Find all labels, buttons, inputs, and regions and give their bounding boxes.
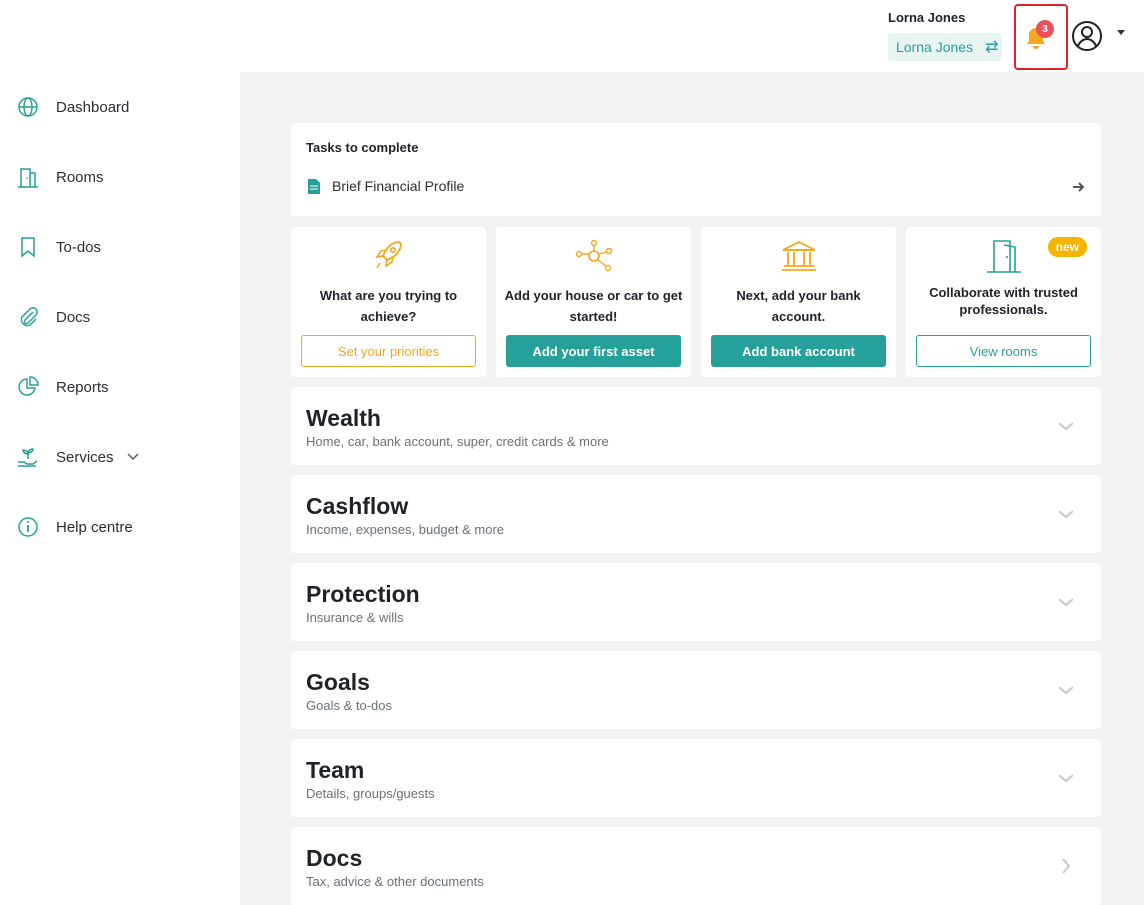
- section-subtitle: Income, expenses, budget & more: [306, 522, 505, 537]
- view-rooms-button[interactable]: View rooms: [916, 335, 1091, 367]
- sidebar: Dashboard Rooms To-dos Docs Reports Serv…: [0, 72, 240, 905]
- chevron-down-icon: [1058, 510, 1074, 519]
- new-badge: new: [1047, 237, 1087, 257]
- sidebar-item-reports[interactable]: Reports: [16, 372, 109, 402]
- onboarding-text: Add your house or car to get started!: [504, 288, 683, 324]
- chevron-down-icon: [1058, 422, 1074, 431]
- chevron-down-icon: [1058, 774, 1074, 783]
- sidebar-item-label: Docs: [56, 308, 91, 326]
- section-subtitle: Tax, advice & other documents: [306, 874, 484, 889]
- section-subtitle: Home, car, bank account, super, credit c…: [306, 434, 609, 449]
- section-protection[interactable]: Protection Insurance & wills: [291, 563, 1101, 641]
- sidebar-item-label: Reports: [56, 378, 109, 396]
- section-subtitle: Insurance & wills: [306, 610, 404, 625]
- onboarding-card-priorities: What are you trying to achieve? Set your…: [291, 227, 486, 377]
- sidebar-item-services[interactable]: Services: [16, 442, 139, 472]
- onboarding-card-rooms: new Collaborate with trusted professiona…: [906, 227, 1101, 377]
- section-docs[interactable]: Docs Tax, advice & other documents: [291, 827, 1101, 905]
- tasks-card: Tasks to complete Brief Financial Profil…: [291, 123, 1101, 216]
- sidebar-item-rooms[interactable]: Rooms: [16, 162, 104, 192]
- section-wealth[interactable]: Wealth Home, car, bank account, super, c…: [291, 387, 1101, 465]
- section-title: Wealth: [306, 405, 381, 431]
- section-title: Docs: [306, 845, 363, 871]
- sidebar-item-label: Dashboard: [56, 98, 130, 116]
- user-menu-caret-icon[interactable]: [1117, 30, 1125, 35]
- plant-hand-icon: [18, 448, 38, 467]
- document-icon: [308, 179, 320, 194]
- sidebar-item-todos[interactable]: To-dos: [16, 232, 101, 262]
- arrow-right-icon: [1073, 182, 1085, 192]
- sidebar-item-label: Rooms: [56, 168, 104, 186]
- globe-icon: [18, 97, 38, 117]
- rocket-icon: [374, 241, 402, 269]
- info-icon: [18, 517, 38, 537]
- bank-icon: [781, 240, 816, 271]
- chevron-down-icon: [1058, 686, 1074, 695]
- section-cashflow[interactable]: Cashflow Income, expenses, budget & more: [291, 475, 1101, 553]
- onboarding-card-asset: Add your house or car to get started! Ad…: [496, 227, 691, 377]
- tasks-title: Tasks to complete: [306, 140, 419, 155]
- section-title: Protection: [306, 581, 420, 607]
- chevron-down-icon: [127, 453, 139, 460]
- swap-icon: ⇄: [985, 39, 999, 56]
- top-header: Lorna Jones Lorna Jones ⇄ 3: [0, 0, 1144, 72]
- task-label: Brief Financial Profile: [332, 178, 465, 194]
- building-icon: [18, 168, 38, 188]
- notification-badge: 3: [1036, 20, 1054, 38]
- user-name: Lorna Jones: [888, 10, 966, 25]
- section-title: Goals: [306, 669, 370, 695]
- sidebar-item-help-centre[interactable]: Help centre: [16, 512, 133, 542]
- section-subtitle: Goals & to-dos: [306, 698, 392, 713]
- section-subtitle: Details, groups/guests: [306, 786, 435, 801]
- account-switcher[interactable]: Lorna Jones ⇄: [888, 33, 1002, 61]
- onboarding-text: What are you trying to achieve?: [319, 288, 458, 324]
- sidebar-item-docs[interactable]: Docs: [16, 302, 90, 332]
- bookmark-icon: [21, 237, 35, 258]
- sidebar-item-label: Help centre: [56, 518, 133, 536]
- sidebar-item-label: To-dos: [56, 238, 102, 256]
- set-priorities-button[interactable]: Set your priorities: [301, 335, 476, 367]
- add-bank-account-button[interactable]: Add bank account: [711, 335, 886, 367]
- sidebar-item-dashboard[interactable]: Dashboard: [16, 92, 129, 122]
- task-item[interactable]: Brief Financial Profile: [306, 176, 1086, 198]
- pie-chart-icon: [18, 376, 39, 396]
- sidebar-item-label: Services: [56, 448, 114, 466]
- main-content: Tasks to complete Brief Financial Profil…: [240, 72, 1144, 905]
- onboarding-text: Next, add your bank account.: [736, 288, 861, 324]
- section-team[interactable]: Team Details, groups/guests: [291, 739, 1101, 817]
- section-goals[interactable]: Goals Goals & to-dos: [291, 651, 1101, 729]
- paperclip-icon: [20, 307, 38, 327]
- account-switcher-label: Lorna Jones: [896, 39, 974, 55]
- chevron-down-icon: [1058, 598, 1074, 607]
- network-icon: [575, 239, 612, 272]
- user-avatar-icon[interactable]: [1071, 20, 1103, 52]
- onboarding-text: Collaborate with trusted professionals.: [929, 285, 1078, 317]
- section-title: Cashflow: [306, 493, 409, 519]
- door-icon: [986, 240, 1021, 273]
- section-title: Team: [306, 757, 365, 783]
- user-block: Lorna Jones Lorna Jones ⇄: [888, 10, 1002, 61]
- onboarding-card-bank: Next, add your bank account. Add bank ac…: [701, 227, 896, 377]
- notifications-button[interactable]: 3: [1014, 4, 1068, 70]
- add-first-asset-button[interactable]: Add your first asset: [506, 335, 681, 367]
- chevron-right-icon: [1062, 858, 1071, 874]
